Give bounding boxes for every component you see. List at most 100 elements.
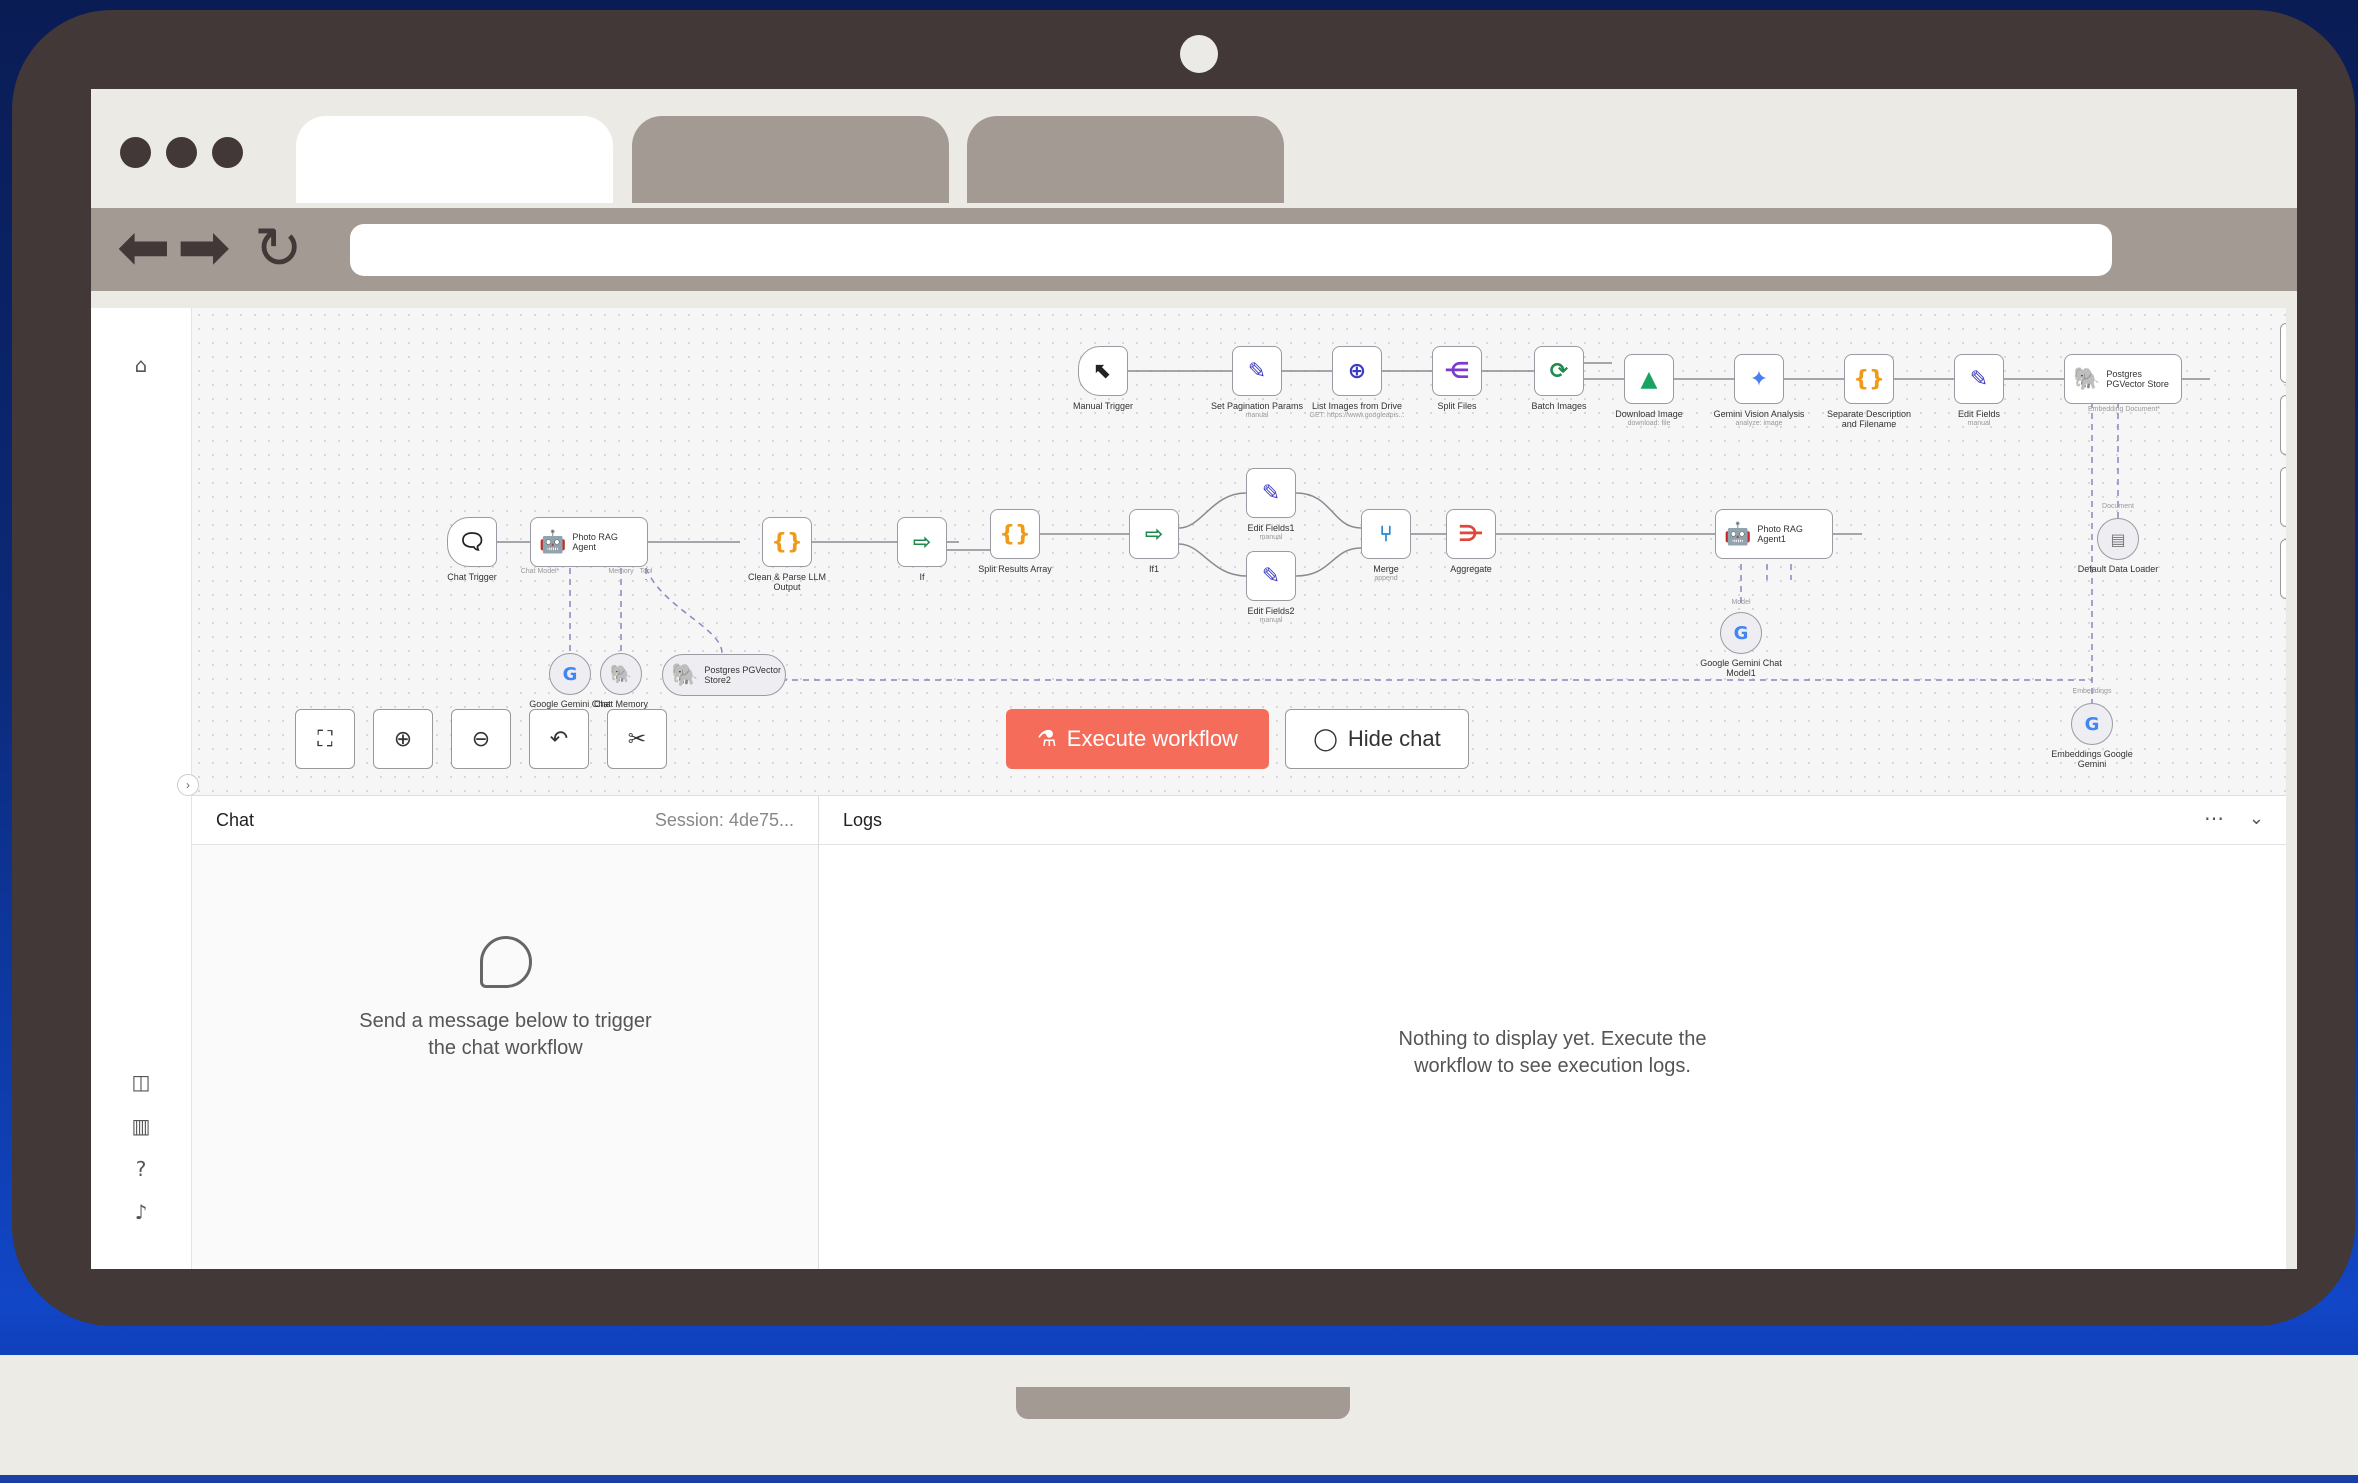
logs-panel-title: Logs: [843, 810, 883, 830]
gemini-icon: ✦: [1749, 366, 1769, 392]
chat-panel-header: Chat Session: 4de75...: [192, 796, 818, 845]
hide-chat-label: Hide chat: [1347, 726, 1441, 751]
separate-description-label-2: and Filename: [1841, 419, 1897, 429]
aggregate-icon: ⋺: [1458, 521, 1484, 547]
download-image-node[interactable]: ▲: [1624, 354, 1674, 404]
more-options-icon[interactable]: ⋯: [2204, 806, 2224, 831]
fit-view-button[interactable]: ⛶: [295, 709, 355, 769]
desk-surface: [0, 1355, 2358, 1483]
postgres-icon: 🐘: [671, 662, 699, 688]
separate-description-node[interactable]: {}: [1844, 354, 1894, 404]
edit-fields2-node[interactable]: ✎: [1246, 551, 1296, 601]
window-controls: [120, 137, 243, 168]
desk-edge: [0, 1475, 2358, 1483]
undo-button[interactable]: ↶: [529, 709, 589, 769]
chat-panel: Chat Session: 4de75... Send a message be…: [192, 796, 819, 1269]
chat-trigger-node[interactable]: 🗨: [447, 517, 497, 567]
photo-rag-agent-node[interactable]: 🤖 Photo RAG Agent: [530, 517, 648, 567]
download-image-label: Download Image: [1615, 409, 1683, 419]
clean-parse-node[interactable]: {}: [762, 517, 812, 567]
chat-memory-node[interactable]: 🐘: [600, 653, 642, 695]
browser-tab-active[interactable]: [296, 116, 613, 203]
if-node[interactable]: ⇨: [897, 517, 947, 567]
close-dot[interactable]: [120, 137, 151, 168]
photo-rag-agent1-node[interactable]: 🤖 Photo RAG Agent1: [1715, 509, 1833, 559]
google-drive-icon: ▲: [1640, 366, 1658, 392]
google-gemini-chat-node[interactable]: G: [549, 653, 591, 695]
pencil-icon: ✎: [1261, 480, 1281, 506]
set-pagination-node[interactable]: ✎: [1232, 346, 1282, 396]
merge-sub: append: [1374, 575, 1398, 582]
camera-icon: [1180, 35, 1218, 73]
clean-parse-label-1: Clean & Parse LLM: [747, 572, 827, 582]
cursor-icon: ⬉: [1093, 358, 1113, 384]
zoom-in-button[interactable]: ⊕: [373, 709, 433, 769]
clean-parse-label-2: Output: [773, 582, 801, 592]
flask-icon: ⚗: [1037, 726, 1057, 751]
sticky-note-button[interactable]: ▯: [2280, 467, 2286, 527]
pencil-icon: ✎: [1247, 358, 1267, 384]
laptop-frame: ⬅ ➡ ↻ ⌂ ◫ ▥ ? ♪ ⬉ Manual Trigger ✎ Set P…: [12, 10, 2355, 1326]
split-icon: ⋲: [1444, 358, 1470, 384]
toggle-panel-button[interactable]: ◫: [2280, 539, 2286, 599]
split-files-node[interactable]: ⋲: [1432, 346, 1482, 396]
pencil-icon: ✎: [1261, 563, 1281, 589]
add-node-button[interactable]: +: [2280, 323, 2286, 383]
session-id: Session: 4de75...: [654, 810, 794, 830]
document-port-label: Document: [2102, 503, 2134, 510]
insights-icon[interactable]: ▥: [129, 1114, 153, 1138]
photo-rag-title-1: Photo RAG: [572, 532, 618, 542]
if1-node[interactable]: ⇨: [1129, 509, 1179, 559]
address-bar[interactable]: [350, 224, 2112, 276]
notification-bell-icon[interactable]: ♪: [129, 1200, 153, 1224]
maximize-dot[interactable]: [212, 137, 243, 168]
workflow-canvas[interactable]: ⬉ Manual Trigger ✎ Set Pagination Params…: [192, 308, 2286, 796]
browser-tab-2[interactable]: [632, 116, 949, 203]
postgres-pgvector-store2-node[interactable]: 🐘 Postgres PGVector Store2: [662, 654, 786, 696]
gemini-chat-model1-node[interactable]: G: [1720, 612, 1762, 654]
split-results-node[interactable]: {}: [990, 509, 1040, 559]
logs-empty-line-2: workflow to see execution logs.: [1414, 1055, 1691, 1077]
batch-images-node[interactable]: ⟳: [1534, 346, 1584, 396]
aggregate-node[interactable]: ⋺: [1446, 509, 1496, 559]
embeddings-google-gemini-node[interactable]: G: [2071, 703, 2113, 745]
code-braces-icon: {}: [1853, 366, 1885, 392]
gemini-chat-label-1: Google Gemini Chat: [1700, 658, 1782, 668]
chat-empty-message: Send a message below to trigger the chat…: [192, 1008, 819, 1062]
default-data-loader-node[interactable]: ▤: [2097, 518, 2139, 560]
reload-icon[interactable]: ↻: [254, 216, 303, 280]
minimize-dot[interactable]: [166, 137, 197, 168]
home-icon[interactable]: ⌂: [129, 353, 153, 377]
manual-trigger-node[interactable]: ⬉: [1078, 346, 1128, 396]
postgres-pgvector-store-node[interactable]: 🐘 Postgres PGVector Store: [2064, 354, 2182, 404]
edit-fields-node[interactable]: ✎: [1954, 354, 2004, 404]
templates-icon[interactable]: ◫: [129, 1070, 153, 1094]
document-icon: ▤: [2110, 529, 2126, 549]
sidebar-expand-button[interactable]: ›: [177, 774, 199, 796]
logs-panel-header: Logs ⋯ ⌄: [819, 796, 2286, 845]
collapse-chevron-icon[interactable]: ⌄: [2249, 808, 2264, 829]
photo-rag-agent1-title-2: Agent1: [1757, 534, 1786, 544]
tidy-up-button[interactable]: ✂: [607, 709, 667, 769]
forward-arrow-icon[interactable]: ➡: [177, 216, 231, 280]
list-images-node[interactable]: ⊕: [1332, 346, 1382, 396]
edit-fields1-label: Edit Fields1: [1247, 523, 1295, 533]
branch-sign-icon: ⇨: [1144, 521, 1164, 547]
gemini-vision-node[interactable]: ✦: [1734, 354, 1784, 404]
loop-icon: ⟳: [1549, 358, 1569, 384]
search-button[interactable]: ⌕: [2280, 395, 2286, 455]
merge-node[interactable]: ⑂: [1361, 509, 1411, 559]
help-icon[interactable]: ?: [129, 1157, 153, 1181]
default-data-loader-label: Default Data Loader: [2077, 564, 2159, 574]
model-port-label: Model: [1731, 599, 1751, 606]
execute-workflow-button[interactable]: ⚗ Execute workflow: [1006, 709, 1269, 769]
browser-tab-3[interactable]: [967, 116, 1284, 203]
back-arrow-icon[interactable]: ⬅: [117, 216, 171, 280]
zoom-out-button[interactable]: ⊖: [451, 709, 511, 769]
edit-fields1-node[interactable]: ✎: [1246, 468, 1296, 518]
merge-icon: ⑂: [1379, 521, 1393, 547]
broom-icon: ✂: [627, 726, 647, 752]
fullscreen-icon: ⛶: [317, 726, 333, 752]
google-icon: G: [1733, 622, 1749, 644]
hide-chat-button[interactable]: ◯ Hide chat: [1285, 709, 1469, 769]
